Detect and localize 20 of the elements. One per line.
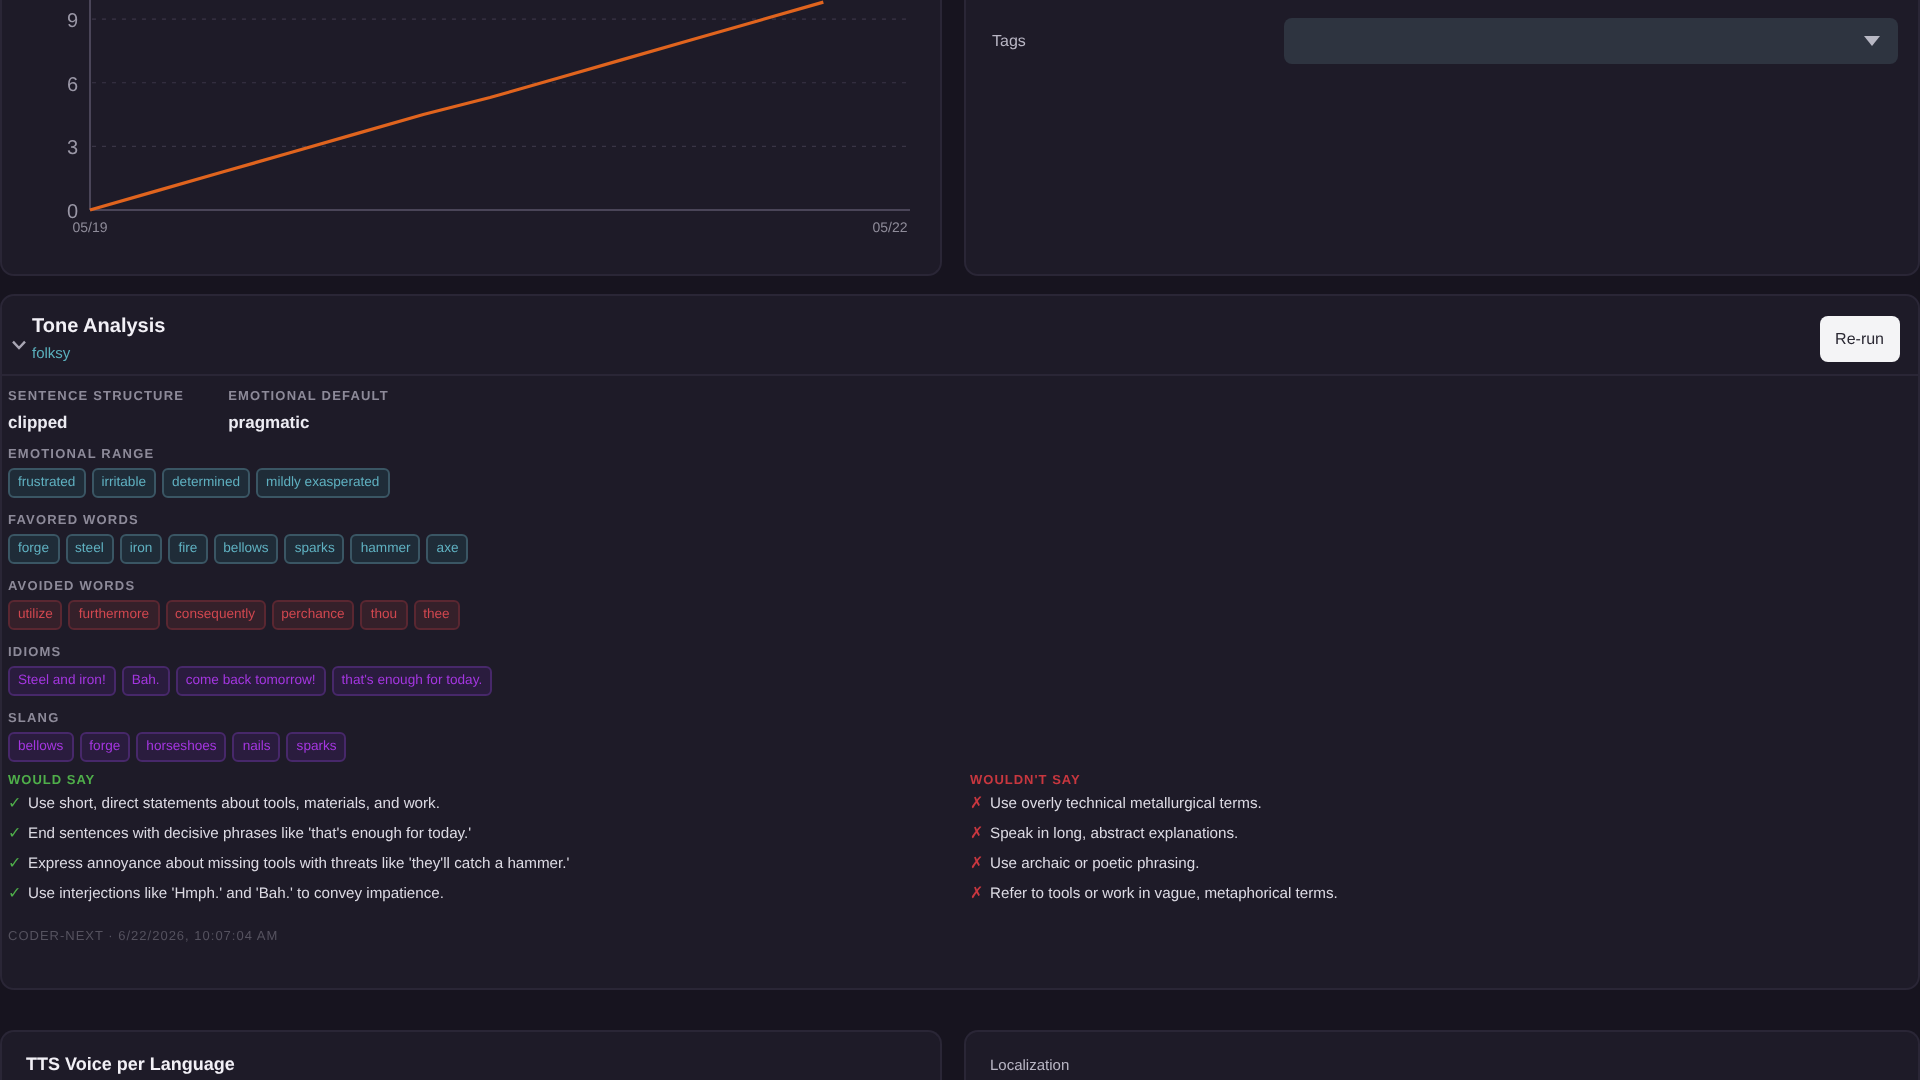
- y-tick-label: 6: [66, 74, 78, 97]
- chevron-icon[interactable]: [12, 339, 26, 350]
- cross-mark: ✗: [970, 793, 984, 812]
- y-tick-label: 0: [66, 202, 78, 224]
- field-label: Tags: [992, 30, 1028, 50]
- field-value: clipped: [8, 411, 70, 432]
- field-value: pragmatic: [228, 411, 312, 432]
- check-mark: ✓: [8, 793, 22, 812]
- cross-mark: ✗: [970, 823, 984, 842]
- dropdown-caret-icon: [1864, 36, 1880, 46]
- cross-mark: ✗: [970, 883, 984, 902]
- check-mark: ✓: [8, 883, 22, 902]
- check-mark: ✓: [8, 823, 22, 842]
- y-tick-label: 9: [66, 11, 78, 34]
- check-mark: ✓: [8, 853, 22, 872]
- y-tick-label: 3: [66, 138, 78, 161]
- card-title: TTS Voice per Language: [26, 1054, 235, 1074]
- rerun-button[interactable]: Re-run: [1819, 315, 1900, 362]
- cross-mark: ✗: [970, 853, 984, 872]
- section-title: Tone Analysis: [32, 315, 168, 338]
